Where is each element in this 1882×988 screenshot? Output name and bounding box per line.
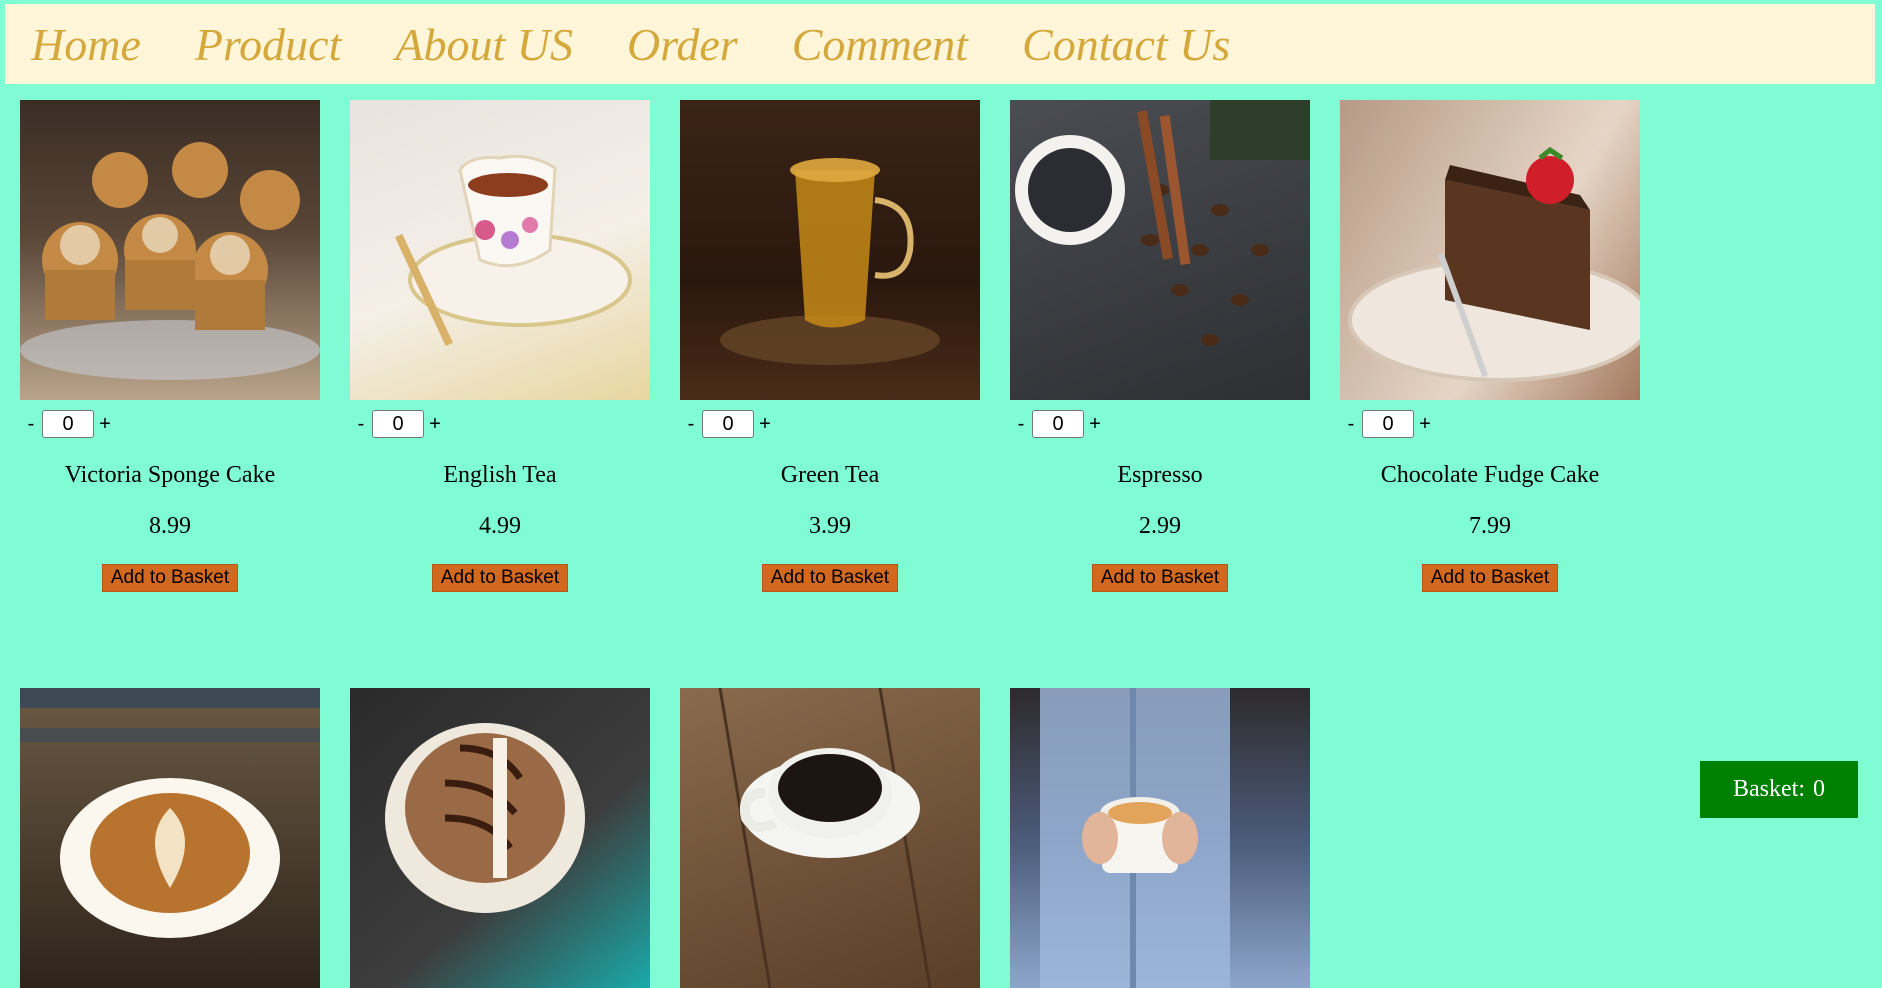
increase-button[interactable]: + xyxy=(424,413,446,436)
basket-label: Basket: xyxy=(1733,776,1805,802)
product-card: - + Espresso 2.99 Add to Basket xyxy=(1010,100,1310,592)
quantity-input[interactable] xyxy=(1032,410,1084,438)
basket-count: 0 xyxy=(1813,776,1825,802)
product-image xyxy=(20,688,320,988)
quantity-stepper: - + xyxy=(1010,408,1310,440)
product-card: - + English Tea 4.99 Add to Basket xyxy=(350,100,650,592)
product-card: - + Green Tea 3.99 Add to Basket xyxy=(680,100,980,592)
nav-order[interactable]: Order xyxy=(627,18,738,71)
basket-counter[interactable]: Basket: 0 xyxy=(1700,761,1858,818)
nav-contact[interactable]: Contact Us xyxy=(1022,18,1230,71)
increase-button[interactable]: + xyxy=(754,413,776,436)
decrease-button[interactable]: - xyxy=(680,413,702,436)
add-to-basket-button[interactable]: Add to Basket xyxy=(101,564,239,592)
decrease-button[interactable]: - xyxy=(1010,413,1032,436)
decrease-button[interactable]: - xyxy=(350,413,372,436)
product-name: Chocolate Fudge Cake xyxy=(1380,462,1600,488)
product-price: 4.99 xyxy=(479,513,521,539)
add-to-basket-button[interactable]: Add to Basket xyxy=(1421,564,1559,592)
increase-button[interactable]: + xyxy=(1084,413,1106,436)
product-name: Victoria Sponge Cake xyxy=(64,462,276,488)
product-image xyxy=(350,100,650,400)
product-image xyxy=(20,100,320,400)
add-to-basket-button[interactable]: Add to Basket xyxy=(1091,564,1229,592)
product-image xyxy=(680,688,980,988)
main-nav: Home Product About US Order Comment Cont… xyxy=(5,4,1875,84)
nav-about[interactable]: About US xyxy=(395,18,573,71)
quantity-stepper: - + xyxy=(680,408,980,440)
increase-button[interactable]: + xyxy=(94,413,116,436)
quantity-stepper: - + xyxy=(20,408,320,440)
product-image xyxy=(350,688,650,988)
product-card: - + Victoria Sponge Cake 8.99 Add to Bas… xyxy=(20,100,320,592)
quantity-stepper: - + xyxy=(350,408,650,440)
product-name: Espresso xyxy=(1117,462,1203,488)
product-name: English Tea xyxy=(443,462,557,488)
decrease-button[interactable]: - xyxy=(1340,413,1362,436)
quantity-input[interactable] xyxy=(702,410,754,438)
decrease-button[interactable]: - xyxy=(20,413,42,436)
product-image xyxy=(1010,100,1310,400)
product-price: 2.99 xyxy=(1139,513,1181,539)
product-card xyxy=(1010,688,1310,988)
product-card xyxy=(20,688,320,988)
product-image xyxy=(1010,688,1310,988)
product-card xyxy=(350,688,650,988)
product-price: 8.99 xyxy=(149,513,191,539)
product-card: - + Chocolate Fudge Cake 7.99 Add to Bas… xyxy=(1340,100,1640,592)
product-price: 7.99 xyxy=(1469,513,1511,539)
nav-product[interactable]: Product xyxy=(195,18,342,71)
product-image xyxy=(680,100,980,400)
product-image xyxy=(1340,100,1640,400)
quantity-input[interactable] xyxy=(1362,410,1414,438)
quantity-stepper: - + xyxy=(1340,408,1640,440)
nav-home[interactable]: Home xyxy=(31,18,141,71)
add-to-basket-button[interactable]: Add to Basket xyxy=(431,564,569,592)
add-to-basket-button[interactable]: Add to Basket xyxy=(761,564,899,592)
increase-button[interactable]: + xyxy=(1414,413,1436,436)
nav-comment[interactable]: Comment xyxy=(792,18,968,71)
product-card xyxy=(680,688,980,988)
product-price: 3.99 xyxy=(809,513,851,539)
quantity-input[interactable] xyxy=(42,410,94,438)
quantity-input[interactable] xyxy=(372,410,424,438)
product-name: Green Tea xyxy=(780,462,880,488)
